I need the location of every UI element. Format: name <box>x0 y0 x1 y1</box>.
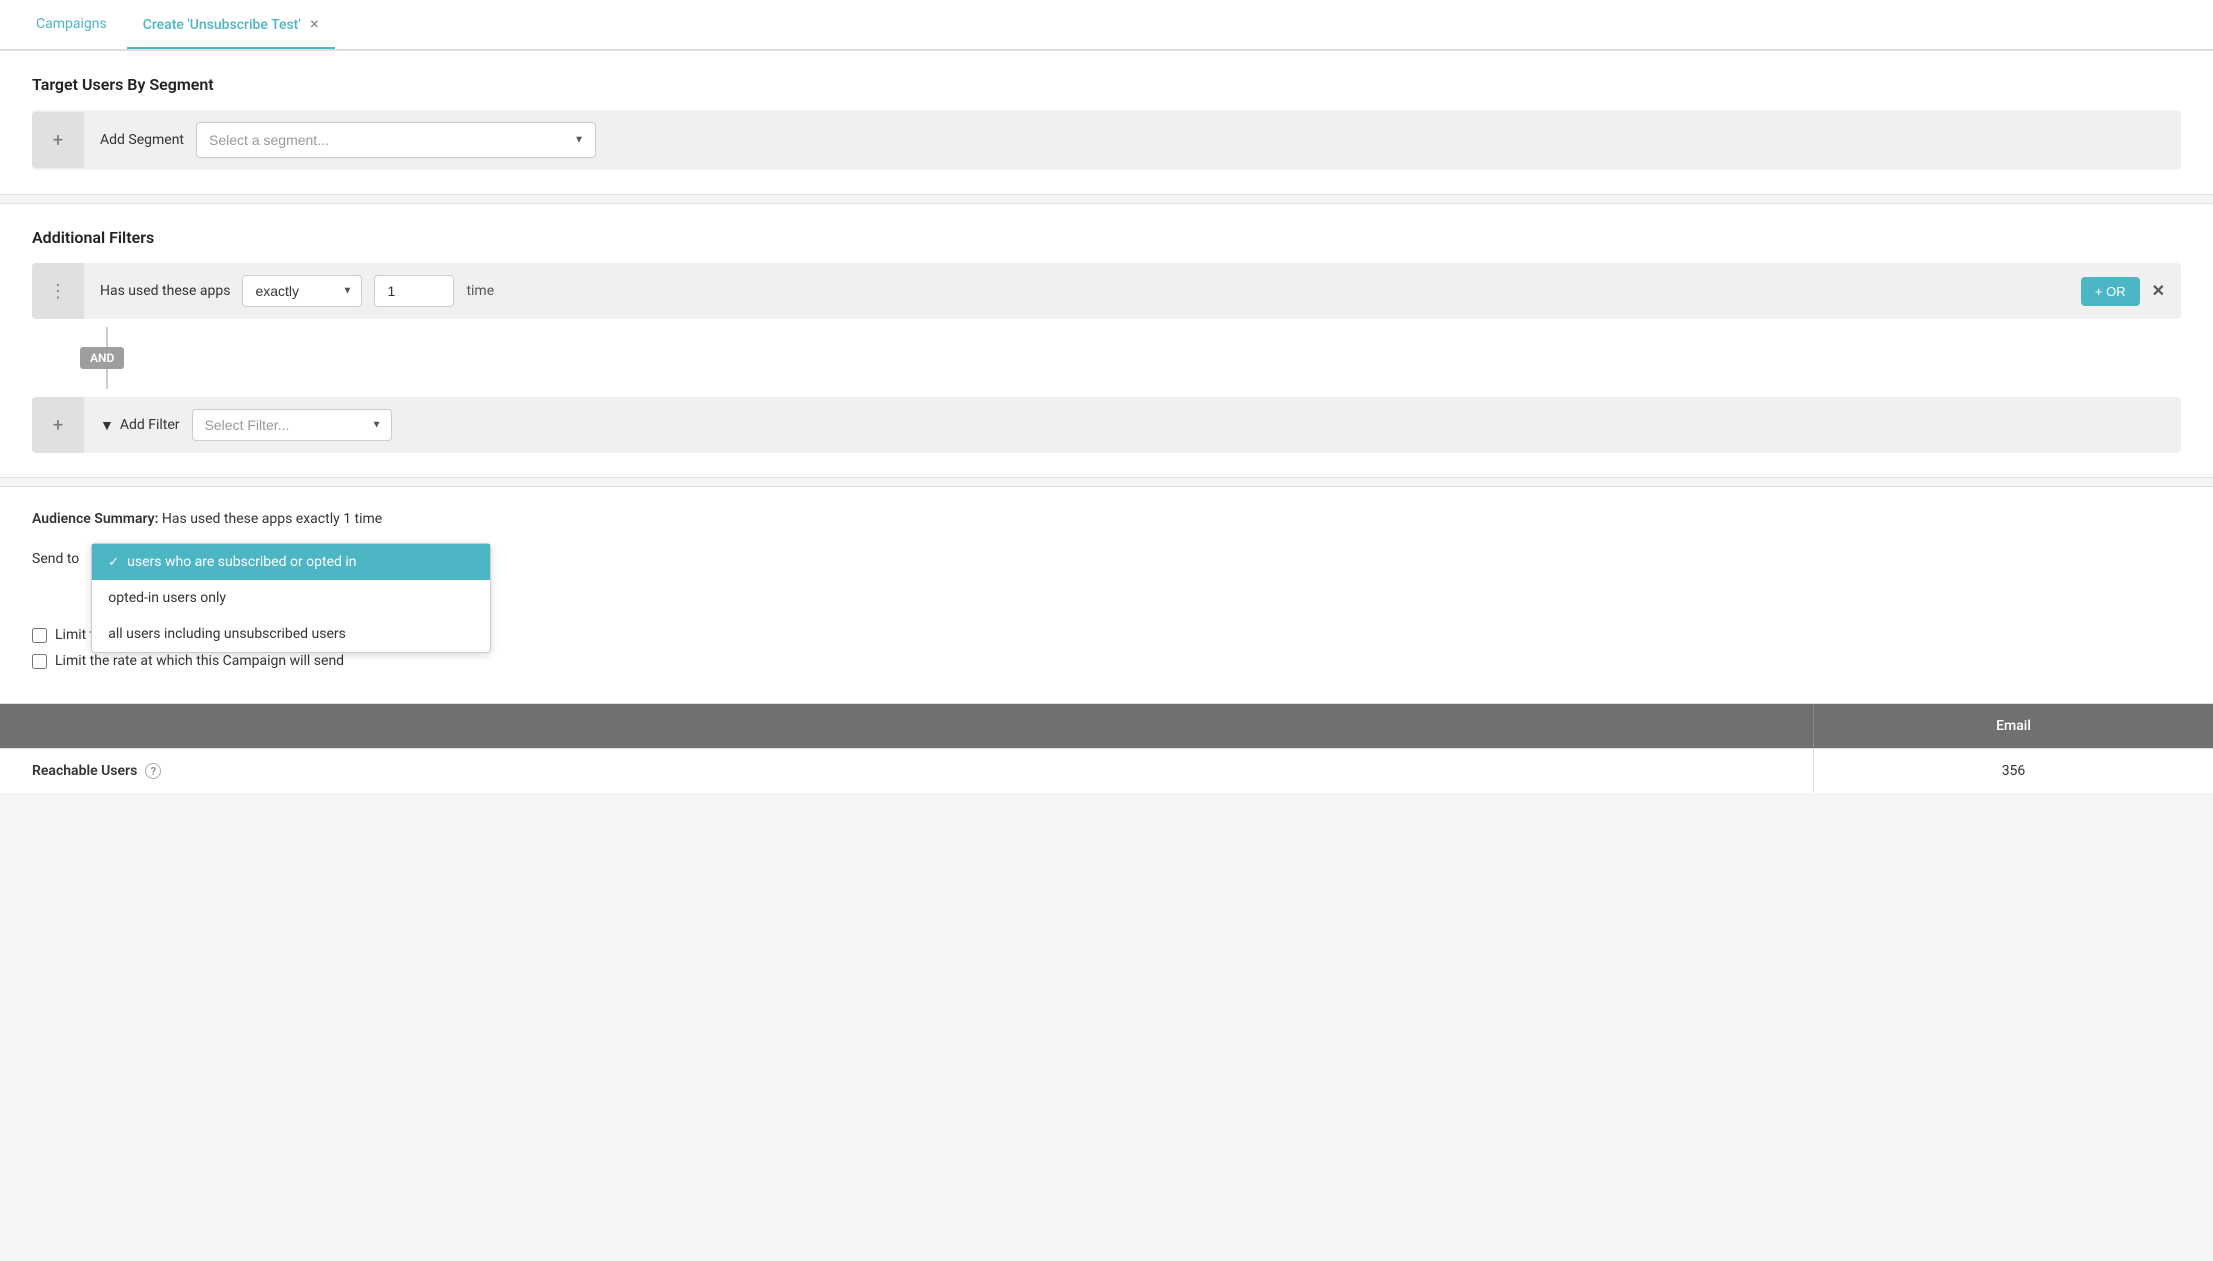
target-users-title: Target Users By Segment <box>32 75 2181 94</box>
time-suffix: time <box>466 283 494 299</box>
and-line-bottom <box>106 369 108 389</box>
audience-section: Audience Summary: Has used these apps ex… <box>0 486 2213 703</box>
limit-rate-row: Limit the rate at which this Campaign wi… <box>32 653 2181 669</box>
plus-icon: + <box>53 130 63 151</box>
send-to-label: Send to <box>32 543 79 567</box>
audience-summary: Audience Summary: Has used these apps ex… <box>32 511 2181 527</box>
and-badge: AND <box>80 347 124 369</box>
filter-row-actions: + OR ✕ <box>2081 277 2181 306</box>
table-header: Email <box>0 704 2213 748</box>
and-connector: AND <box>32 319 2181 397</box>
filter-label: Has used these apps <box>100 283 230 299</box>
condition-select[interactable]: exactly at least less than <box>242 275 362 307</box>
add-filter-plus-icon: + <box>53 415 63 436</box>
table-row-reachable: Reachable Users ? 356 <box>0 748 2213 793</box>
add-filter-content: ▼ Add Filter Select Filter... <box>84 409 2181 441</box>
drag-handle-box[interactable]: ⋮ <box>32 263 84 319</box>
audience-summary-text: Has used these apps exactly 1 time <box>162 511 382 527</box>
segment-select[interactable]: Select a segment... <box>196 122 596 158</box>
reachable-users-cell: Reachable Users ? <box>0 749 1813 793</box>
send-to-row: Send to ✓ users who are subscribed or op… <box>32 543 2181 567</box>
main-content: Target Users By Segment + Add Segment Se… <box>0 50 2213 793</box>
reachable-count-cell: 356 <box>1813 749 2213 793</box>
audience-summary-prefix: Audience Summary: <box>32 511 158 527</box>
filter-select[interactable]: Select Filter... <box>192 409 392 441</box>
add-segment-row: + Add Segment Select a segment... <box>32 110 2181 170</box>
filter-row-content: Has used these apps exactly at least les… <box>84 275 2081 307</box>
reachable-users-label: Reachable Users <box>32 763 137 779</box>
tab-create[interactable]: Create 'Unsubscribe Test' × <box>127 0 335 49</box>
add-segment-label: Add Segment <box>100 132 184 148</box>
additional-filters-title: Additional Filters <box>32 228 2181 247</box>
send-to-option-2-label: all users including unsubscribed users <box>108 626 346 642</box>
additional-filters-section: Additional Filters ⋮ Has used these apps… <box>0 203 2213 478</box>
add-filter-label: ▼ Add Filter <box>100 417 180 434</box>
top-navigation: Campaigns Create 'Unsubscribe Test' × <box>0 0 2213 50</box>
count-input[interactable] <box>374 275 454 307</box>
limit-rate-label: Limit the rate at which this Campaign wi… <box>55 653 344 669</box>
add-segment-content: Add Segment Select a segment... <box>84 122 2181 158</box>
send-to-option-0-label: users who are subscribed or opted in <box>127 554 356 570</box>
table-header-email: Email <box>1813 704 2213 748</box>
tab-close-icon[interactable]: × <box>310 14 319 33</box>
send-to-option-2[interactable]: all users including unsubscribed users <box>92 616 490 652</box>
send-to-option-0[interactable]: ✓ users who are subscribed or opted in <box>92 544 490 580</box>
tab-create-label: Create 'Unsubscribe Test' <box>143 17 301 33</box>
filter-funnel-icon: ▼ <box>100 417 114 434</box>
add-filter-text: Add Filter <box>120 417 180 433</box>
checkmark-icon: ✓ <box>108 555 119 570</box>
target-users-section: Target Users By Segment + Add Segment Se… <box>0 50 2213 195</box>
add-filter-icon-box[interactable]: + <box>32 397 84 453</box>
add-segment-icon-box[interactable]: + <box>32 112 84 168</box>
send-to-dropdown-open: ✓ users who are subscribed or opted in o… <box>91 543 491 653</box>
table-header-left <box>0 704 1813 748</box>
or-button[interactable]: + OR <box>2081 277 2140 306</box>
select-filter-wrapper: Select Filter... <box>192 409 392 441</box>
and-line-top <box>106 327 108 347</box>
bottom-table: Email Reachable Users ? 356 <box>0 703 2213 793</box>
limit-rate-checkbox[interactable] <box>32 654 47 669</box>
add-filter-row: + ▼ Add Filter Select Filter... <box>32 397 2181 453</box>
drag-icon: ⋮ <box>49 281 67 302</box>
segment-select-wrapper: Select a segment... <box>196 122 596 158</box>
condition-select-wrapper: exactly at least less than <box>242 275 362 307</box>
remove-filter-button[interactable]: ✕ <box>2152 281 2165 301</box>
limit-campaign-checkbox[interactable] <box>32 628 47 643</box>
send-to-option-1-label: opted-in users only <box>108 590 226 606</box>
filter-row: ⋮ Has used these apps exactly at least l… <box>32 263 2181 319</box>
send-to-option-1[interactable]: opted-in users only <box>92 580 490 616</box>
tab-campaigns[interactable]: Campaigns <box>20 2 123 48</box>
help-icon[interactable]: ? <box>145 763 161 779</box>
